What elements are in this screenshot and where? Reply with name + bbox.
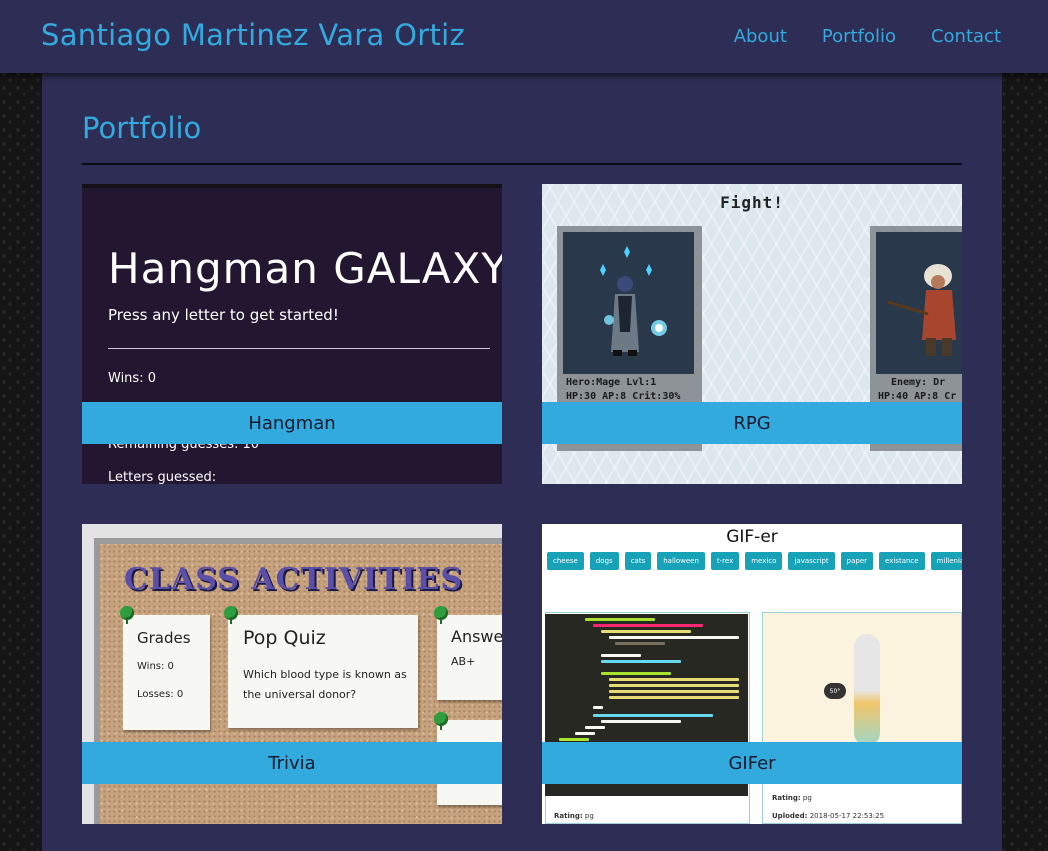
uploaded-value: 2018-05-17 22:53:25 <box>809 812 885 820</box>
heading-divider <box>82 163 962 165</box>
navbar: Santiago Martinez Vara Ortiz About Portf… <box>0 0 1048 73</box>
gauge-bubble: 50° <box>824 683 846 699</box>
nav-link-portfolio[interactable]: Portfolio <box>822 26 896 47</box>
answer-value: AB+ <box>451 655 476 668</box>
project-card-gifer[interactable]: GIF-er cheese dogs cats halloween t-rex … <box>542 524 962 824</box>
hangman-title: Hangman GALAXY <box>108 244 502 293</box>
enemy-stats-line2: HP:40 AP:8 Cr <box>878 391 957 402</box>
rating-left-value: pg <box>584 812 594 820</box>
tag-button: halloween <box>657 552 705 570</box>
project-label-gifer[interactable]: GIFer <box>542 742 962 784</box>
tag-button: dogs <box>589 552 619 570</box>
quiz-title: Pop Quiz <box>243 627 326 649</box>
project-label-hangman[interactable]: Hangman <box>82 402 502 444</box>
uploaded-info: Uploded: 2018-05-17 22:53:25 <box>772 812 884 820</box>
thumbnail-border <box>82 184 502 188</box>
answer-title: Answe <box>451 627 502 646</box>
nav-links: About Portfolio Contact <box>734 26 1001 47</box>
page-title: Portfolio <box>82 111 202 145</box>
tag-button: t-rex <box>710 552 740 570</box>
uploaded-label: Uploded: <box>772 812 808 820</box>
pushpin-icon <box>434 712 448 730</box>
project-card-hangman[interactable]: Hangman GALAXY Press any letter to get s… <box>82 184 502 484</box>
gifer-tag-list: cheese dogs cats halloween t-rex mexico … <box>547 552 962 570</box>
quiz-question: Which blood type is known as the univers… <box>243 668 407 701</box>
tag-button: cats <box>624 552 652 570</box>
tag-button: javascript <box>788 552 835 570</box>
hero-portrait <box>563 232 694 374</box>
main-container: Portfolio Hangman GALAXY Press any lette… <box>42 73 1002 851</box>
rating-left-label: Rating: <box>554 812 583 820</box>
rpg-fight-title: Fight! <box>720 193 784 212</box>
pushpin-icon <box>120 606 134 624</box>
quiz-note: Pop Quiz Which blood type is known as th… <box>228 615 418 728</box>
grades-title: Grades <box>137 629 191 647</box>
grades-losses: Losses: 0 <box>137 689 184 700</box>
project-card-rpg[interactable]: Fight! Hero:Mage Lvl:1 HP:30 AP:8 Crit:3… <box>542 184 962 484</box>
enemy-sprite-icon <box>887 264 956 356</box>
hero-stats-line2: HP:30 AP:8 Crit:30% <box>566 391 681 402</box>
project-card-trivia[interactable]: CLASS ACTIVITIES Grades Wins: 0 Losses: … <box>82 524 502 824</box>
rating-right-value: pg <box>802 794 812 802</box>
rating-left: Rating: pg <box>554 812 594 820</box>
hangman-divider <box>108 348 490 349</box>
mage-sprite-icon <box>600 246 667 356</box>
project-label-trivia[interactable]: Trivia <box>82 742 502 784</box>
answer-note: Answe AB+ <box>437 615 502 700</box>
hangman-letters: Letters guessed: <box>108 470 217 484</box>
pushpin-icon <box>224 606 238 624</box>
trivia-title: CLASS ACTIVITIES <box>124 562 464 597</box>
hero-stats-line1: Hero:Mage Lvl:1 <box>566 377 657 388</box>
rating-right-label: Rating: <box>772 794 801 802</box>
tag-button: cheese <box>547 552 584 570</box>
thermometer-icon <box>854 634 880 746</box>
tag-button: mexico <box>745 552 783 570</box>
enemy-stats-line1: Enemy: Dr <box>891 377 946 388</box>
pushpin-icon <box>434 606 448 624</box>
grades-wins: Wins: 0 <box>137 661 174 672</box>
tag-button: millenials <box>930 552 962 570</box>
rating-right: Rating: pg <box>772 794 812 802</box>
corkboard-frame-inner <box>94 538 502 544</box>
grades-note: Grades Wins: 0 Losses: 0 <box>123 615 210 730</box>
brand-title[interactable]: Santiago Martinez Vara Ortiz <box>41 18 465 52</box>
enemy-portrait <box>876 232 962 374</box>
hangman-wins: Wins: 0 <box>108 371 156 386</box>
nav-link-contact[interactable]: Contact <box>931 26 1001 47</box>
project-label-rpg[interactable]: RPG <box>542 402 962 444</box>
tag-button: existance <box>879 552 925 570</box>
gifer-title: GIF-er <box>726 527 778 547</box>
hangman-subtitle: Press any letter to get started! <box>108 306 339 324</box>
tag-button: paper <box>840 552 874 570</box>
nav-link-about[interactable]: About <box>734 26 787 47</box>
